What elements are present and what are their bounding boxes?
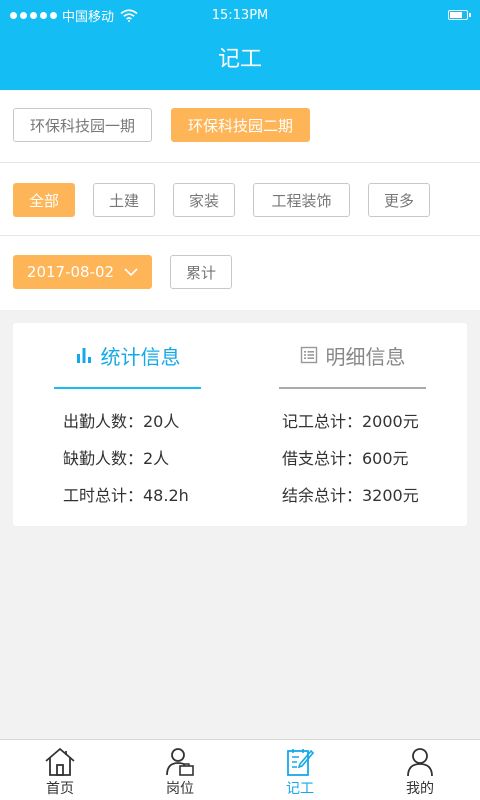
tab-details-label: 明细信息 [325, 344, 406, 369]
attendance-count: 出勤人数：20人 [63, 412, 180, 431]
advance-total: 借支总计：600元 [282, 449, 409, 468]
stats-card: 统计信息 明细信息 出勤人数：20人 缺勤人数：2人 工时总计：48.2h 记工… [13, 323, 467, 526]
date-value: 2017-08-02 [26, 263, 115, 281]
tab-home-label: 首页 [46, 781, 74, 797]
date-filter-row: 2017-08-02 累计 [0, 236, 480, 310]
category-chip-all[interactable]: 全部 [13, 183, 75, 217]
absence-count: 缺勤人数：2人 [63, 449, 170, 468]
date-picker[interactable]: 2017-08-02 [13, 255, 152, 289]
park-chip-phase-1[interactable]: 环保科技园一期 [13, 108, 152, 142]
tab-statistics[interactable]: 统计信息 [54, 323, 201, 389]
tab-statistics-label: 统计信息 [100, 344, 181, 369]
status-bar: 中国移动 15:13PM [0, 0, 480, 30]
profile-icon [405, 746, 435, 778]
tab-home[interactable]: 首页 [0, 740, 120, 800]
category-chip-civil[interactable]: 土建 [93, 183, 155, 217]
tab-profile[interactable]: 我的 [360, 740, 480, 800]
bottom-tab-bar: 首页 岗位 记工 我的 [0, 739, 480, 800]
page-title: 记工 [217, 47, 262, 72]
wifi-icon [120, 8, 138, 22]
chevron-down-icon [124, 267, 138, 277]
category-chip-home-decor[interactable]: 家装 [173, 183, 235, 217]
tab-record-label: 记工 [286, 781, 314, 797]
park-chip-phase-2[interactable]: 环保科技园二期 [171, 108, 310, 142]
tab-profile-label: 我的 [406, 781, 434, 797]
bar-chart-icon [75, 346, 93, 364]
recorded-wage-total: 记工总计：2000元 [282, 412, 419, 431]
tab-jobs-label: 岗位 [166, 781, 194, 797]
tab-jobs[interactable]: 岗位 [120, 740, 240, 800]
app-header: 中国移动 15:13PM 记工 [0, 0, 480, 90]
list-icon [300, 346, 318, 364]
category-filter-row: 全部 土建 家装 工程装饰 更多 [0, 163, 480, 236]
home-icon [43, 746, 77, 778]
tab-details[interactable]: 明细信息 [279, 323, 426, 389]
carrier-name: 中国移动 [62, 9, 115, 25]
balance-total: 结余总计：3200元 [282, 486, 419, 505]
job-icon [165, 746, 195, 778]
battery-icon [448, 10, 471, 20]
category-chip-more[interactable]: 更多 [368, 183, 430, 217]
tab-record[interactable]: 记工 [240, 740, 360, 800]
park-filter-row: 环保科技园一期 环保科技园二期 [0, 90, 480, 163]
category-chip-engineering-decor[interactable]: 工程装饰 [253, 183, 350, 217]
work-hours-total: 工时总计：48.2h [63, 486, 189, 505]
record-icon [285, 746, 315, 778]
filter-panel: 环保科技园一期 环保科技园二期 全部 土建 家装 工程装饰 更多 2017-08… [0, 90, 480, 310]
cumulative-button[interactable]: 累计 [170, 255, 232, 289]
signal-icon [10, 11, 57, 19]
